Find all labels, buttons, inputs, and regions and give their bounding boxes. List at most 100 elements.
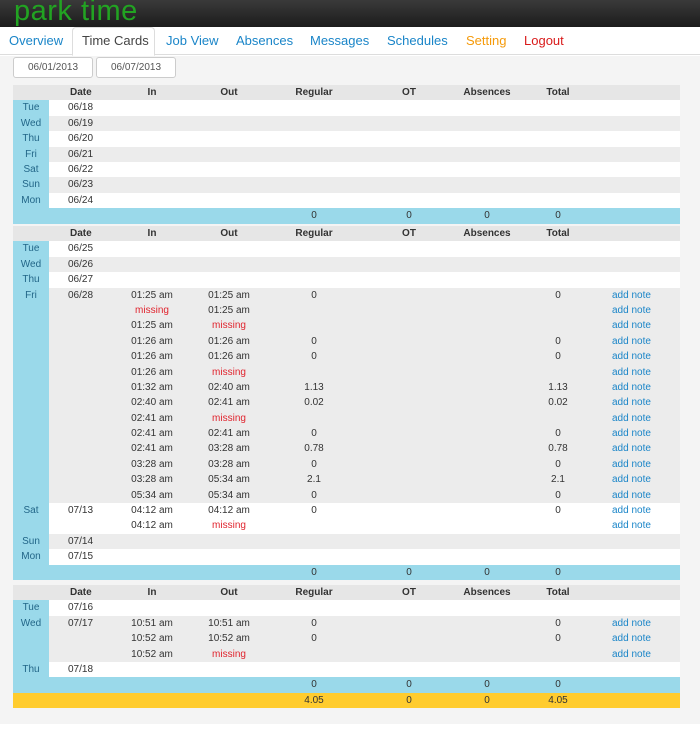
regular-hours-cell: 0 [311,351,317,363]
total-hours-cell: 0 [555,633,561,645]
add-note-link[interactable]: add note [612,395,651,410]
grand-total: 4.05 [548,694,568,706]
day-label [13,302,49,319]
add-note-link[interactable]: add note [612,411,651,426]
add-note-link[interactable]: add note [612,647,651,662]
table-row: Sat 07/13 04:12 am 04:12 am 0 0 add note [13,503,680,519]
total-hours-cell: 0 [555,505,561,517]
add-note-link[interactable]: add note [612,365,651,380]
table-row: Fri 06/28 01:25 am 01:25 am 0 0 add note [13,287,680,303]
date-cell: 07/14 [68,535,94,547]
table-row: 05:34 am 05:34 am 0 0 add note [13,487,680,504]
punch-in-cell: 01:25 am [131,320,173,332]
date-cell: 06/18 [68,102,94,114]
column-header-date: Date [70,587,92,598]
add-note-link[interactable]: add note [612,303,651,318]
column-header-out: Out [220,587,238,598]
add-note-link[interactable]: add note [612,441,651,456]
punch-in-cell: missing [135,304,169,316]
total-hours-cell: 0 [555,351,561,363]
punch-in-cell: 10:52 am [131,648,173,660]
tab-overview[interactable]: Overview [9,33,63,48]
table-row: 02:41 am 02:41 am 0 0 add note [13,426,680,442]
regular-hours-cell: 0.02 [304,397,324,409]
grand-regular: 4.05 [304,694,324,706]
punch-in-cell: 03:28 am [131,474,173,486]
tab-job-view[interactable]: Job View [166,33,219,48]
punch-in-cell: 01:25 am [131,289,173,301]
table-row: Wed 06/26 [13,256,680,273]
add-note-link[interactable]: add note [612,616,651,631]
day-label [13,364,49,380]
table-row: Sat 06/22 [13,161,680,178]
add-note-link[interactable]: add note [612,488,651,503]
column-header-absences: Absences [463,87,511,98]
tab-messages[interactable]: Messages [310,33,369,48]
day-label: Sat [13,503,49,519]
total-hours-cell [533,518,583,533]
regular-hours-cell: 0.78 [304,443,324,455]
column-header-ot: OT [402,228,416,239]
tab-setting[interactable]: Setting [466,33,506,48]
summary-regular: 0 [311,210,317,222]
add-note-link[interactable]: add note [612,631,651,646]
total-hours-cell: 0 [555,617,561,629]
punch-out-cell: 02:41 am [208,397,250,409]
add-note-link[interactable]: add note [612,334,651,349]
punch-out-cell: 10:52 am [208,633,250,645]
add-note-link[interactable]: add note [612,426,651,441]
logout-link[interactable]: Logout [524,33,564,48]
table-row: Tue 06/18 [13,100,680,116]
tab-time-cards[interactable]: Time Cards [82,33,149,48]
date-cell: 06/20 [68,133,94,145]
add-note-link[interactable]: add note [612,380,651,395]
add-note-link[interactable]: add note [612,288,651,303]
table-row: 01:26 am 01:26 am 0 0 add note [13,349,680,365]
punch-out-cell: 01:26 am [208,335,250,347]
punch-out-cell: missing [212,320,246,332]
total-hours-cell: 0 [555,458,561,470]
total-hours-cell [533,318,583,333]
tab-schedules[interactable]: Schedules [387,33,448,48]
punch-in-cell: 02:41 am [131,412,173,424]
day-label [13,318,49,334]
day-label: Tue [13,241,49,257]
tab-absences[interactable]: Absences [236,33,293,48]
timecard-panel: 06/01/2013 06/07/2013 Date In Out Regular OT… [0,56,700,724]
table-row: Sun 06/23 [13,177,680,193]
regular-hours-cell: 0 [311,617,317,629]
add-note-link[interactable]: add note [612,349,651,364]
end-date-input[interactable]: 06/07/2013 [96,57,176,78]
start-date-input[interactable]: 06/01/2013 [13,57,93,78]
add-note-link[interactable]: add note [612,457,651,472]
table-row: Mon 06/24 [13,192,680,209]
day-label: Sun [13,177,49,193]
add-note-link[interactable]: add note [612,503,651,518]
punch-in-cell: 10:51 am [131,617,173,629]
punch-out-cell: 05:34 am [208,474,250,486]
add-note-link[interactable]: add note [612,472,651,487]
app-logo[interactable]: park time [14,0,138,28]
punch-out-cell: 01:26 am [208,351,250,363]
punch-in-cell: 01:26 am [131,351,173,363]
table-row: Wed 06/19 [13,115,680,132]
add-note-link[interactable]: add note [612,518,651,533]
total-hours-cell: 1.13 [548,381,568,393]
day-label [13,487,49,504]
table-row: 02:41 am 03:28 am 0.78 0.78 add note [13,441,680,457]
day-label: Tue [13,600,49,616]
regular-hours-cell: 0 [311,335,317,347]
punch-out-cell: 04:12 am [208,505,250,517]
total-hours-cell [533,365,583,380]
day-label: Wed [13,256,49,273]
regular-hours-cell: 2.1 [307,474,321,486]
summary-absences: 0 [484,566,490,578]
punch-out-cell: 10:51 am [208,617,250,629]
regular-hours-cell [289,518,339,533]
column-header-total: Total [546,228,570,239]
add-note-link[interactable]: add note [612,318,651,333]
table-row: 10:52 am 10:52 am 0 0 add note [13,631,680,647]
day-label: Fri [13,287,49,303]
summary-total: 0 [555,566,561,578]
day-label [13,333,49,350]
